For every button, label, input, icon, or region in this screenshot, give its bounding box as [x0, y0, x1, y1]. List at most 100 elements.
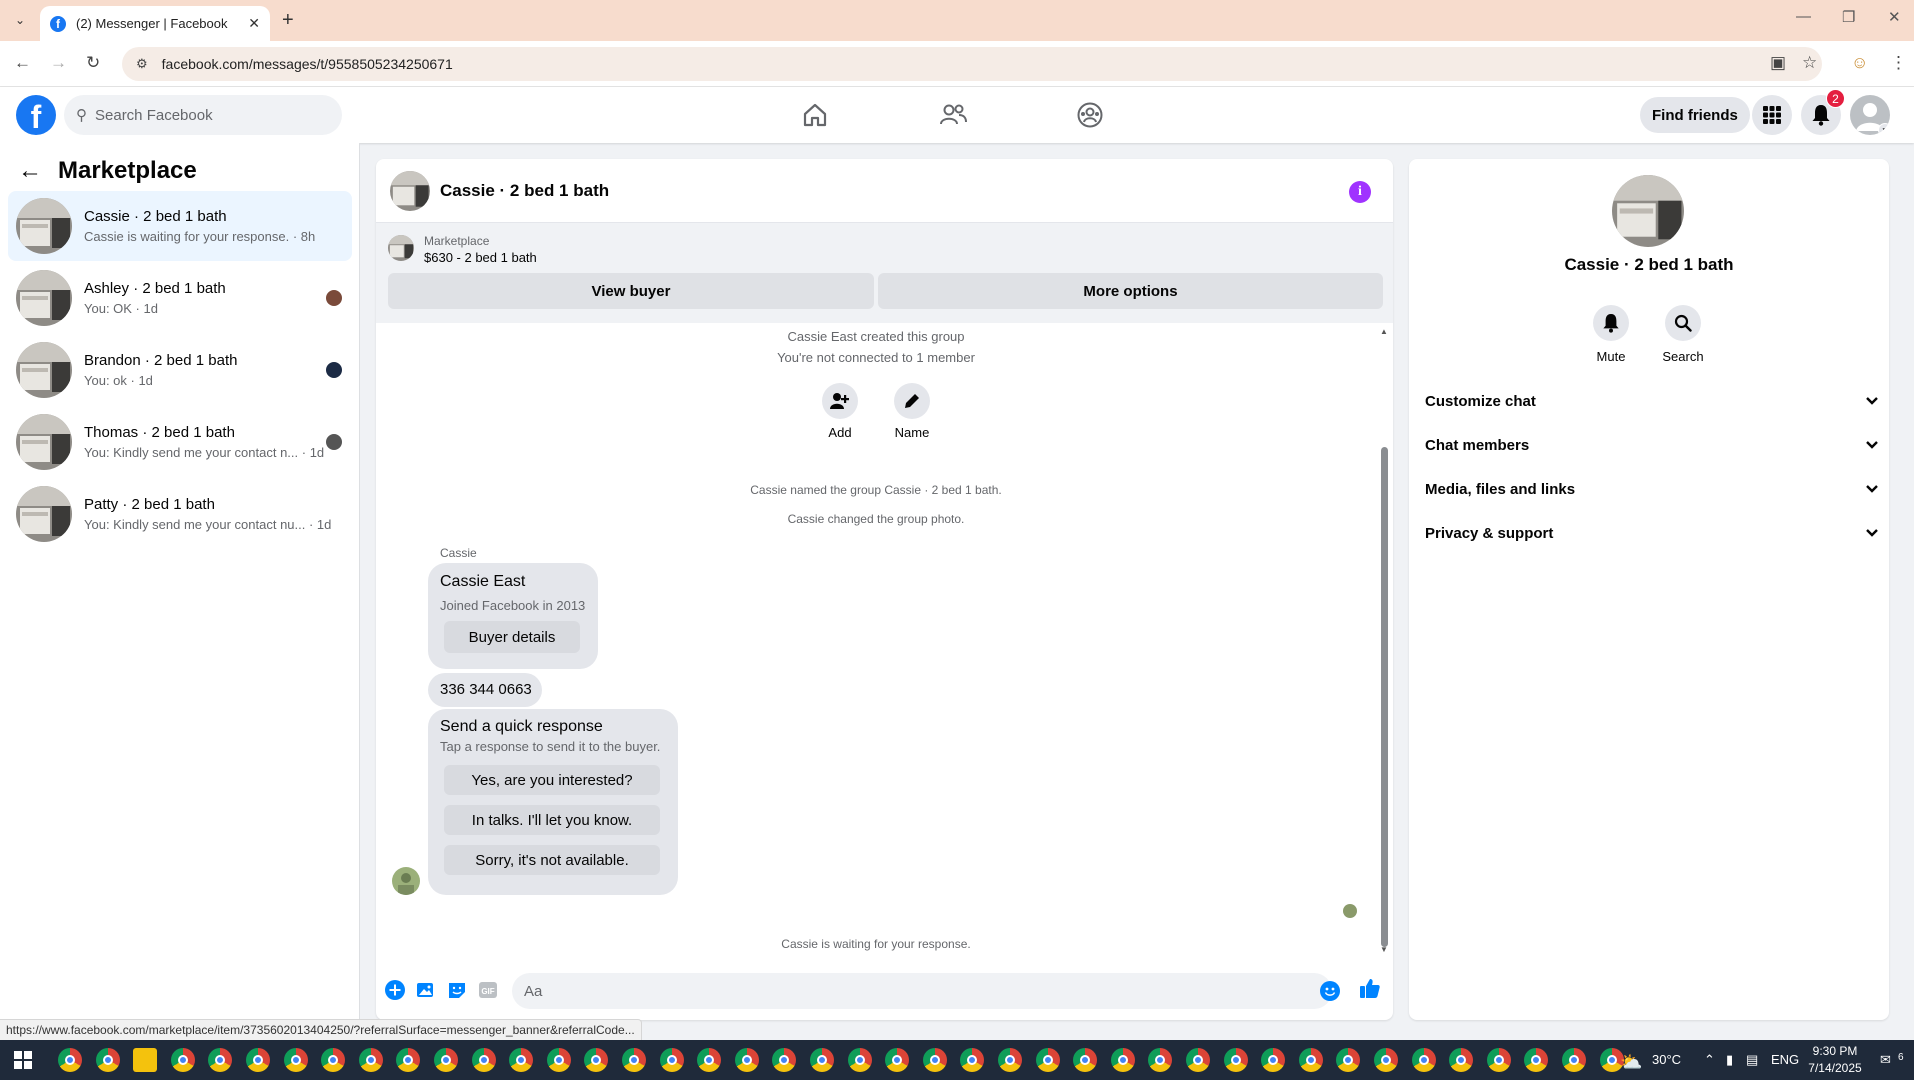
- quick-reply-button[interactable]: In talks. I'll let you know.: [444, 805, 660, 835]
- chrome-app-icon[interactable]: [960, 1048, 985, 1072]
- back-arrow-icon[interactable]: ←: [18, 157, 42, 185]
- chat-title[interactable]: Cassie · 2 bed 1 bath: [440, 181, 609, 201]
- chrome-app-icon[interactable]: [58, 1048, 82, 1072]
- forward-icon[interactable]: →: [50, 53, 67, 73]
- chrome-app-icon[interactable]: [1186, 1048, 1210, 1072]
- chrome-app-icon[interactable]: [95, 1048, 120, 1072]
- marketplace-banner[interactable]: Marketplace $630 - 2 bed 1 bath View buy…: [376, 223, 1393, 323]
- buyer-details-button[interactable]: Buyer details: [444, 621, 580, 653]
- quick-reply-button[interactable]: Sorry, it's not available.: [444, 845, 660, 875]
- chrome-app-icon[interactable]: [1486, 1048, 1511, 1072]
- quick-reply-button[interactable]: Yes, are you interested?: [444, 765, 660, 795]
- conversation-item[interactable]: Ashley · 2 bed 1 bath You: OK · 1d: [8, 263, 352, 333]
- chrome-app-icon[interactable]: [1223, 1048, 1248, 1072]
- chrome-app-icon[interactable]: [847, 1048, 872, 1072]
- address-url[interactable]: facebook.com/messages/t/9558505234250671: [162, 56, 453, 72]
- search-conversation-button[interactable]: Search: [1653, 305, 1713, 364]
- home-icon[interactable]: [797, 97, 833, 133]
- chat-profile-photo[interactable]: [1612, 175, 1684, 247]
- chrome-app-icon[interactable]: [1261, 1048, 1286, 1072]
- account-avatar[interactable]: ▼: [1850, 95, 1890, 135]
- chrome-app-icon[interactable]: [358, 1048, 383, 1072]
- tray-chevron-icon[interactable]: ⌃: [1704, 1052, 1715, 1068]
- add-member-button[interactable]: Add: [810, 383, 870, 440]
- section-chat-members[interactable]: Chat members: [1425, 425, 1879, 465]
- chrome-app-icon[interactable]: [1524, 1048, 1549, 1072]
- facebook-logo-icon[interactable]: f: [16, 95, 56, 135]
- bookmark-star-icon[interactable]: ☆: [1802, 53, 1817, 73]
- chrome-app-icon[interactable]: [810, 1048, 834, 1072]
- chrome-app-icon[interactable]: [170, 1048, 195, 1072]
- chrome-app-icon[interactable]: [471, 1048, 496, 1072]
- file-explorer-icon[interactable]: [133, 1048, 158, 1072]
- chrome-app-icon[interactable]: [283, 1048, 308, 1072]
- more-options-button[interactable]: More options: [878, 273, 1383, 309]
- language[interactable]: ENG: [1771, 1052, 1799, 1067]
- window-close-icon[interactable]: ✕: [1888, 8, 1901, 26]
- chrome-app-icon[interactable]: [509, 1048, 534, 1072]
- chrome-app-icon[interactable]: [1298, 1048, 1323, 1072]
- minimize-icon[interactable]: —: [1796, 8, 1811, 25]
- temperature[interactable]: 30°C: [1652, 1052, 1681, 1067]
- name-group-button[interactable]: Name: [882, 383, 942, 440]
- conversation-item[interactable]: Thomas · 2 bed 1 bath You: Kindly send m…: [8, 407, 352, 477]
- chat-thumbnail[interactable]: [390, 170, 430, 211]
- chrome-app-icon[interactable]: [321, 1048, 346, 1072]
- photo-attach-icon[interactable]: [415, 979, 437, 1001]
- windows-start-icon[interactable]: [14, 1051, 32, 1069]
- browser-tab-messenger[interactable]: f (2) Messenger | Facebook ✕: [40, 6, 270, 41]
- chrome-app-icon[interactable]: [246, 1048, 270, 1072]
- chrome-app-icon[interactable]: [1148, 1048, 1173, 1072]
- notification-center-icon[interactable]: ✉: [1880, 1052, 1891, 1068]
- chrome-app-icon[interactable]: [1073, 1048, 1098, 1072]
- chrome-app-icon[interactable]: [396, 1048, 421, 1072]
- view-buyer-button[interactable]: View buyer: [388, 273, 874, 309]
- chrome-app-icon[interactable]: [584, 1048, 609, 1072]
- chrome-app-icon[interactable]: [208, 1048, 233, 1072]
- gif-icon[interactable]: GIF: [477, 979, 499, 1001]
- reload-icon[interactable]: ↻: [86, 53, 100, 73]
- conversation-item[interactable]: Cassie · 2 bed 1 bath Cassie is waiting …: [8, 191, 352, 261]
- chrome-app-icon[interactable]: [1449, 1048, 1474, 1072]
- chrome-app-icon[interactable]: [1374, 1048, 1398, 1072]
- tab-search-chevron-icon[interactable]: ⌄: [8, 9, 32, 31]
- mute-button[interactable]: Mute: [1581, 305, 1641, 364]
- chrome-app-icon[interactable]: [734, 1048, 759, 1072]
- section-media-files-links[interactable]: Media, files and links: [1425, 469, 1879, 509]
- chrome-app-icon[interactable]: [922, 1048, 947, 1072]
- sticker-icon[interactable]: [446, 979, 468, 1001]
- chrome-app-icon[interactable]: [697, 1048, 722, 1072]
- chrome-app-icon[interactable]: [1562, 1048, 1586, 1072]
- restore-icon[interactable]: ❐: [1842, 8, 1855, 26]
- chat-scrollbar[interactable]: ▲ ▼: [1378, 327, 1390, 957]
- chrome-app-icon[interactable]: [998, 1048, 1022, 1072]
- weather-icon[interactable]: ⛅: [1620, 1052, 1642, 1073]
- conversation-item[interactable]: Patty · 2 bed 1 bath You: Kindly send me…: [8, 479, 352, 549]
- network-icon[interactable]: ▤: [1746, 1052, 1758, 1068]
- chrome-app-icon[interactable]: [546, 1048, 571, 1072]
- section-customize-chat[interactable]: Customize chat: [1425, 381, 1879, 421]
- menu-grid-icon[interactable]: [1752, 95, 1792, 135]
- section-privacy-support[interactable]: Privacy & support: [1425, 513, 1879, 553]
- conversation-item[interactable]: Brandon · 2 bed 1 bath You: ok · 1d: [8, 335, 352, 405]
- chrome-app-icon[interactable]: [885, 1048, 910, 1072]
- browser-menu-icon[interactable]: ⋮: [1890, 53, 1907, 73]
- site-info-icon[interactable]: ⚙: [136, 56, 148, 72]
- profile-icon[interactable]: ☺: [1851, 53, 1868, 73]
- install-app-icon[interactable]: ▣: [1770, 53, 1786, 73]
- chrome-app-icon[interactable]: [1411, 1048, 1436, 1072]
- scroll-up-icon[interactable]: ▲: [1380, 327, 1388, 336]
- chrome-app-icon[interactable]: [659, 1048, 684, 1072]
- friends-icon[interactable]: [935, 97, 971, 133]
- address-bar[interactable]: ⚙ facebook.com/messages/t/95585052342506…: [122, 47, 1822, 81]
- battery-icon[interactable]: ▮: [1726, 1052, 1733, 1068]
- chrome-app-icon[interactable]: [1035, 1048, 1060, 1072]
- groups-icon[interactable]: [1072, 97, 1108, 133]
- find-friends-button[interactable]: Find friends: [1640, 97, 1750, 133]
- more-actions-plus-icon[interactable]: [384, 979, 406, 1001]
- system-clock[interactable]: 9:30 PM 7/14/2025: [1800, 1043, 1870, 1077]
- facebook-search[interactable]: ⚲: [64, 95, 342, 135]
- tab-close-icon[interactable]: ✕: [248, 15, 260, 32]
- chrome-app-icon[interactable]: [622, 1048, 646, 1072]
- back-icon[interactable]: ←: [14, 53, 31, 73]
